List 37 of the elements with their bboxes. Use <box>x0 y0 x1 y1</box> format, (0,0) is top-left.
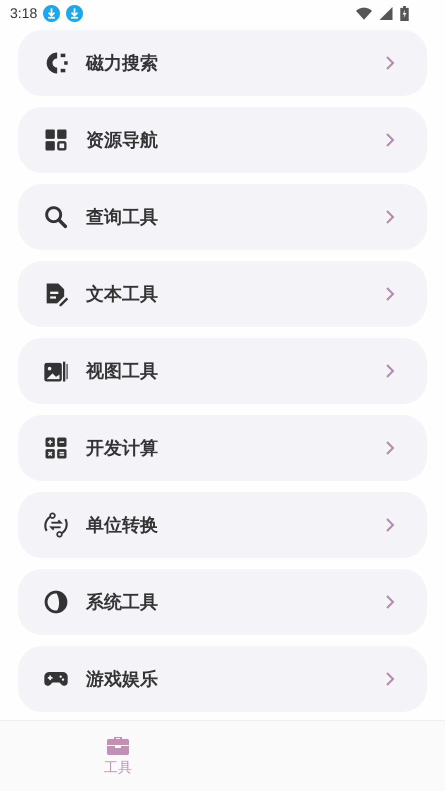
menu-item[interactable]: 单位转换 <box>18 492 427 558</box>
menu-item[interactable]: 磁力搜索 <box>18 30 427 96</box>
menu-item[interactable]: 资源导航 <box>18 107 427 173</box>
menu-label: 开发计算 <box>86 437 159 460</box>
wifi-icon <box>356 6 372 20</box>
chevron-right-icon <box>385 517 395 533</box>
download-icon <box>43 4 60 22</box>
signal-icon <box>378 6 394 20</box>
menu-item[interactable]: 游戏娱乐 <box>18 646 427 712</box>
menu-label: 资源导航 <box>86 129 159 152</box>
menu-item[interactable]: 查询工具 <box>18 184 427 250</box>
battery-icon <box>400 6 409 20</box>
menu-label: 视图工具 <box>86 360 159 383</box>
chevron-right-icon <box>385 671 395 687</box>
status-time: 3:18 <box>10 5 38 21</box>
menu-label: 查询工具 <box>86 206 159 229</box>
menu-item[interactable]: 开发计算 <box>18 415 427 481</box>
menu-item[interactable]: 文本工具 <box>18 261 427 327</box>
chevron-right-icon <box>385 55 395 71</box>
chevron-right-icon <box>385 132 395 148</box>
chevron-right-icon <box>385 209 395 225</box>
chevron-right-icon <box>385 286 395 302</box>
half-circle-icon <box>42 588 70 616</box>
menu-item[interactable]: 系统工具 <box>18 569 427 635</box>
chevron-right-icon <box>385 363 395 379</box>
chevron-right-icon <box>385 440 395 456</box>
download-icon <box>66 4 84 22</box>
menu-label: 文本工具 <box>86 283 159 306</box>
menu-label: 游戏娱乐 <box>86 668 159 691</box>
menu-label: 磁力搜索 <box>86 52 159 75</box>
search-icon <box>42 203 70 231</box>
menu-label: 单位转换 <box>86 514 159 537</box>
menu-label: 系统工具 <box>86 591 159 614</box>
toolbox-icon <box>106 735 130 755</box>
menu-item[interactable]: 视图工具 <box>18 338 427 404</box>
chevron-right-icon <box>385 594 395 610</box>
convert-icon <box>42 511 70 539</box>
